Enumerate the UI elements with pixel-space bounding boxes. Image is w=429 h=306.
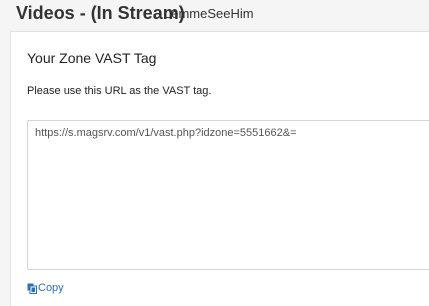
page-title: Videos - (In Stream) <box>16 3 185 23</box>
copy-button[interactable]: Copy <box>27 281 64 295</box>
vast-url-textarea[interactable]: https://s.magsrv.com/v1/vast.php?idzone=… <box>27 120 429 270</box>
page-header: Videos - (In Stream) LemmeSeeHim <box>0 0 429 28</box>
card-title: Your Zone VAST Tag <box>27 50 157 66</box>
copy-icon <box>27 283 37 294</box>
copy-label: Copy <box>38 282 64 294</box>
vast-tag-card: Your Zone VAST Tag Please use this URL a… <box>10 31 429 306</box>
card-description: Please use this URL as the VAST tag. <box>27 85 212 97</box>
zone-name: LemmeSeeHim <box>164 6 254 21</box>
